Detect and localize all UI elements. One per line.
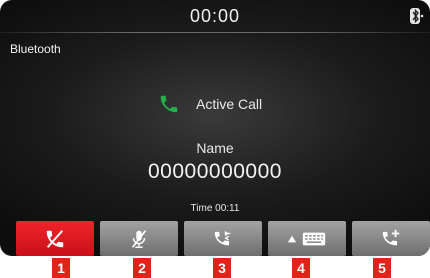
phone-active-icon bbox=[160, 95, 178, 113]
clock: 00:00 bbox=[189, 6, 241, 26]
mic-mute-icon bbox=[131, 229, 147, 248]
end-call-button[interactable] bbox=[16, 221, 94, 256]
callout-badge: 3 bbox=[213, 258, 231, 278]
call-status-label: Active Call bbox=[196, 96, 263, 112]
call-timer: Time 00:11 bbox=[190, 203, 240, 214]
phone-number: 00000000000 bbox=[148, 160, 282, 183]
callout-badge: 2 bbox=[133, 258, 151, 278]
switch-to-phone-icon bbox=[214, 230, 231, 245]
mute-button[interactable] bbox=[100, 221, 178, 256]
call-status: Active Call bbox=[158, 92, 262, 116]
callout-badge: 4 bbox=[292, 258, 310, 278]
keypad-icon bbox=[302, 232, 326, 245]
up-arrow-icon bbox=[287, 235, 297, 242]
end-call-icon bbox=[46, 229, 64, 248]
add-call-icon bbox=[382, 229, 400, 245]
header-divider bbox=[0, 32, 430, 33]
source-title: Bluetooth bbox=[10, 42, 61, 56]
contact-name: Name bbox=[196, 140, 234, 156]
add-call-button[interactable] bbox=[352, 221, 430, 256]
callout-badge: 5 bbox=[373, 258, 391, 278]
switch-to-phone-button[interactable] bbox=[184, 221, 262, 256]
callout-badge: 1 bbox=[52, 258, 70, 278]
bluetooth-status-icon bbox=[410, 8, 424, 24]
keypad-button[interactable] bbox=[268, 221, 346, 256]
call-screen: 00:00 Bluetooth Active Call Name 0000000… bbox=[0, 0, 430, 256]
